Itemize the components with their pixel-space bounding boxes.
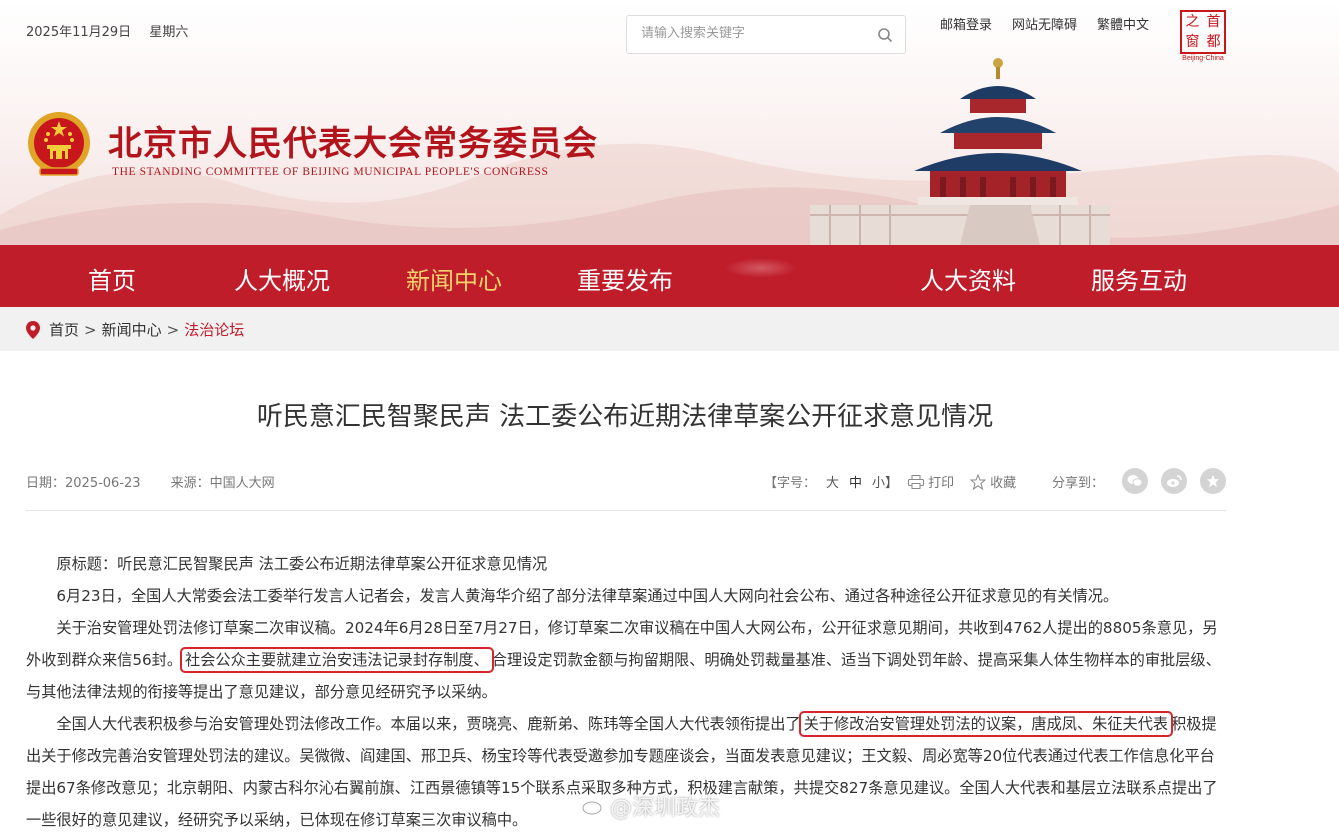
meta-divider <box>26 510 1226 511</box>
nav-item-home[interactable]: 首页 <box>88 261 136 296</box>
print-button[interactable]: 打印 <box>908 472 954 491</box>
printer-icon <box>908 474 925 489</box>
paragraph: 原标题：听民意汇民智聚民声 法工委公布近期法律草案公开征求意见情况 <box>56 555 548 573</box>
article-source: 来源：中国人大网 <box>170 476 275 491</box>
favorite-button[interactable]: 收藏 <box>970 472 1016 491</box>
breadcrumb-separator: > <box>166 320 180 339</box>
logo-char: 都 <box>1206 34 1221 50</box>
highlighted-text: 关于修改治安管理处罚法的议案，唐成凤、朱征夫代表 <box>798 711 1174 737</box>
watermark-text: @深圳政杰 <box>610 796 721 821</box>
font-size-large[interactable]: 大 <box>826 472 839 491</box>
breadcrumb-current[interactable]: 法治论坛 <box>184 319 244 340</box>
location-pin-icon <box>26 320 40 339</box>
font-size-small[interactable]: 小】 <box>872 472 898 491</box>
weibo-icon <box>1167 475 1182 487</box>
breadcrumb-separator: > <box>84 320 97 339</box>
search-box[interactable] <box>626 15 906 54</box>
nav-item-materials[interactable]: 人大资料 <box>920 261 1016 296</box>
current-date: 2025年11月29日 星期六 <box>26 21 188 40</box>
logo-char: 窗 <box>1185 34 1200 50</box>
watermark: @深圳政杰 <box>582 790 720 822</box>
search-icon[interactable] <box>877 27 893 43</box>
article-date: 日期：2025-06-23 <box>26 476 141 491</box>
temple-of-heaven-illustration <box>810 58 1110 245</box>
article-title: 听民意汇民智聚民声 法工委公布近期法律草案公开征求意见情况 <box>256 402 994 432</box>
search-input[interactable] <box>641 26 861 41</box>
favorite-label: 收藏 <box>990 476 1017 491</box>
main-nav: 首页 人大概况 新闻中心 重要发布 人大资料 服务互动 <box>0 245 1339 307</box>
share-favorite-button[interactable] <box>1200 468 1226 494</box>
nav-item-news[interactable]: 新闻中心 <box>406 261 502 296</box>
national-emblem-icon <box>28 112 90 176</box>
nav-item-services[interactable]: 服务互动 <box>1091 261 1187 296</box>
paragraph-text: 全国人大代表积极参与治安管理处罚法修改工作。本届以来，贾晓亮、鹿新弟、陈玮等全国… <box>56 715 801 733</box>
breadcrumb: 首页 > 新闻中心 > 法治论坛 <box>26 319 244 340</box>
font-size-label: 【字号： <box>764 476 817 491</box>
date-text: 2025年11月29日 <box>26 25 132 40</box>
traditional-chinese-link[interactable]: 繁體中文 <box>1097 14 1149 33</box>
share-weibo-button[interactable] <box>1161 468 1187 494</box>
site-subtitle: THE STANDING COMMITTEE OF BEIJING MUNICI… <box>112 166 549 178</box>
breadcrumb-home[interactable]: 首页 <box>49 319 79 340</box>
highlighted-text: 社会公众主要就建立治安违法记录封存制度、 <box>180 647 494 673</box>
nav-item-releases[interactable]: 重要发布 <box>577 261 673 296</box>
accessibility-link[interactable]: 网站无障碍 <box>1012 14 1077 33</box>
article-tools: 【字号： 大 中 小】 打印 收藏 <box>764 472 1016 491</box>
logo-char: 之 <box>1185 14 1200 30</box>
article-meta: 日期：2025-06-23 来源：中国人大网 <box>26 472 275 491</box>
paragraph: 关于治安管理处罚法修订草案二次审议稿。2024年6月28日至7月27日，修订草案… <box>26 612 1226 708</box>
nav-item-about[interactable]: 人大概况 <box>234 261 330 296</box>
share-label: 分享到： <box>1052 476 1105 491</box>
star-icon <box>970 473 987 490</box>
breadcrumb-bar: 首页 > 新闻中心 > 法治论坛 <box>0 307 1339 351</box>
breadcrumb-news[interactable]: 新闻中心 <box>102 319 162 340</box>
weibo-icon <box>582 801 602 815</box>
paragraph: 6月23日，全国人大常委会法工委举行发言人记者会，发言人黄海华介绍了部分法律草案… <box>56 587 1119 605</box>
nav-blur-artifact <box>725 258 797 278</box>
share-wechat-button[interactable] <box>1122 468 1148 494</box>
font-size-medium[interactable]: 中 <box>849 472 862 491</box>
logo-char: 首 <box>1206 14 1221 30</box>
wechat-icon <box>1127 475 1143 487</box>
weekday-text: 星期六 <box>149 25 189 40</box>
logo-caption: Beijing-China <box>1182 55 1224 62</box>
site-header: 2025年11月29日 星期六 邮箱登录 网站无障碍 繁體中文 之 首 窗 都 … <box>0 0 1339 245</box>
top-links: 邮箱登录 网站无障碍 繁體中文 <box>940 14 1169 33</box>
print-label: 打印 <box>928 476 955 491</box>
email-login-link[interactable]: 邮箱登录 <box>940 14 992 33</box>
site-title: 北京市人民代表大会常务委员会 <box>108 124 598 164</box>
star-icon <box>1206 474 1220 488</box>
capital-window-logo[interactable]: 之 首 窗 都 Beijing-China <box>1180 10 1226 65</box>
